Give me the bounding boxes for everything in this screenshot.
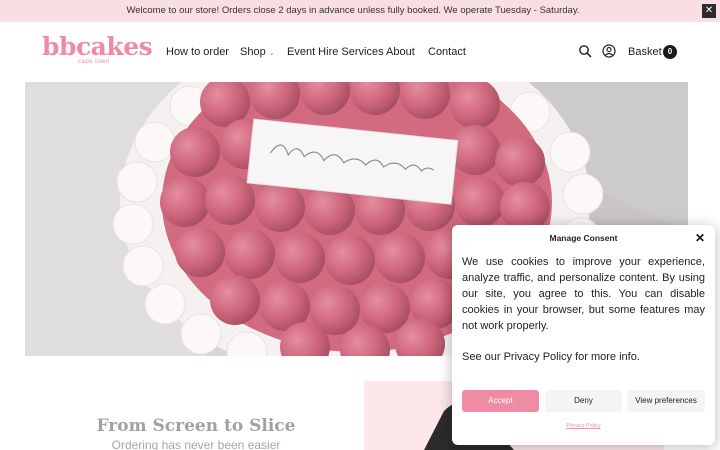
announcement-text: Welcome to our store! Orders close 2 day… [126,5,580,16]
basket-count-badge: 0 [663,45,677,59]
site-logo[interactable]: bbcakes cape town [42,32,153,68]
consent-more-info: See our Privacy Policy for more info. [462,351,640,363]
view-preferences-button[interactable]: View preferences [627,390,705,412]
nav-label: About [386,46,415,58]
nav-about[interactable]: About [386,44,415,60]
section-subtitle: Ordering has never been easier [111,438,281,450]
logo-tagline: cape town [78,59,110,65]
announcement-close-button[interactable]: ✕ [702,4,716,18]
nav-contact[interactable]: Contact [428,44,466,60]
consent-title: Manage Consent [549,233,618,243]
nav-label: Shop [240,46,266,58]
nav-label: How to order [166,46,229,58]
nav-how-to-order[interactable]: How to order [166,44,229,60]
close-icon[interactable]: ✕ [694,232,706,244]
basket-link[interactable]: Basket [628,44,662,60]
section-title: From Screen to Slice [96,416,296,436]
consent-body: We use cookies to improve your experienc… [462,256,705,332]
privacy-policy-link[interactable]: Privacy Policy [452,423,715,429]
nav-label: Contact [428,46,466,58]
chevron-down-icon: ⌄ [268,50,275,57]
deny-button[interactable]: Deny [545,390,622,412]
announcement-bar: Welcome to our store! Orders close 2 day… [0,0,720,22]
nav-label: Event Hire Services [287,46,384,58]
accept-button[interactable]: Accept [462,390,539,412]
logo-wordmark: bbcakes [42,32,153,61]
nav-shop[interactable]: Shop ⌄ [240,44,275,60]
account-icon[interactable] [602,44,616,58]
nav-event-hire-services[interactable]: Event Hire Services [287,44,384,60]
search-icon[interactable] [578,44,592,58]
consent-modal: Manage Consent ✕ We use cookies to impro… [452,225,715,445]
